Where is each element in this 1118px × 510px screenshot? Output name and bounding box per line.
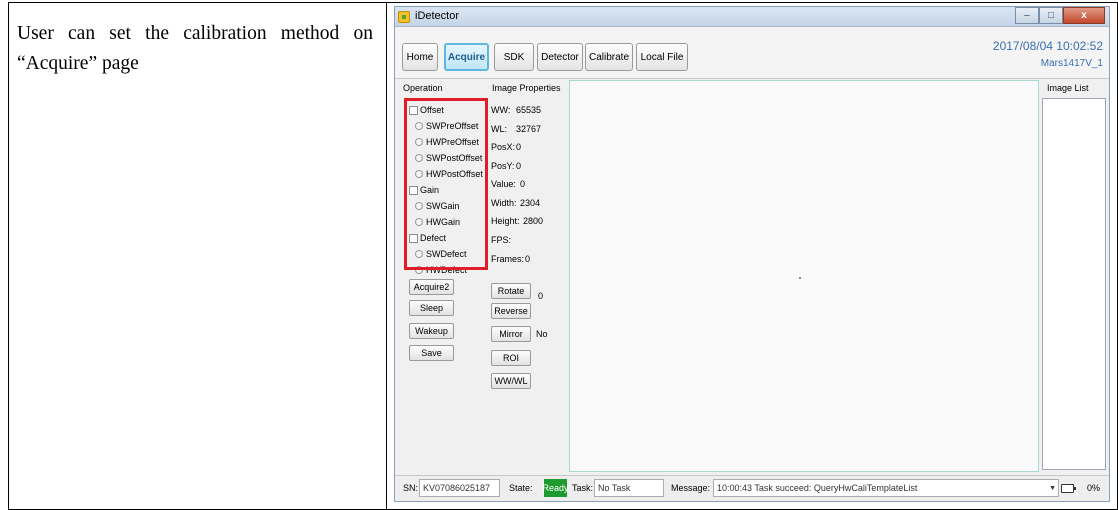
- minimize-button[interactable]: –: [1015, 7, 1039, 24]
- width-field: Width: 2304: [491, 198, 541, 208]
- acquire-button[interactable]: Acquire: [444, 43, 489, 71]
- value-field: Value: 0: [491, 179, 526, 189]
- window-controls: – □ x: [1015, 7, 1105, 25]
- operation-heading: Operation: [403, 83, 443, 93]
- maximize-button[interactable]: □: [1039, 7, 1063, 24]
- calibration-highlight-box: [404, 98, 488, 270]
- status-bar: SN: KV07086025187 State: Ready Task: No …: [395, 475, 1109, 501]
- image-properties-panel: Image Properties WW: 65535 WL: 32767 PosX:…: [488, 80, 568, 470]
- sn-field: KV07086025187: [419, 479, 500, 497]
- acquire2-button[interactable]: Acquire2: [409, 279, 454, 295]
- posy-field: PosY:0: [491, 161, 522, 171]
- reverse-button[interactable]: Reverse: [491, 303, 531, 319]
- posx-field: PosX:0: [491, 142, 522, 152]
- mirror-button[interactable]: Mirror: [491, 326, 531, 342]
- battery-icon: [1061, 484, 1076, 493]
- detector-button[interactable]: Detector: [537, 43, 583, 71]
- fps-field: FPS:: [491, 235, 512, 245]
- mirror-value: No: [536, 329, 548, 339]
- image-pixel: [799, 277, 801, 279]
- task-field: No Task: [594, 479, 664, 497]
- app-window: iDetector – □ x Home Acquire SDK Detecto…: [394, 6, 1110, 502]
- local-file-button[interactable]: Local File: [636, 43, 688, 71]
- calibrate-button[interactable]: Calibrate: [585, 43, 633, 71]
- app-icon: [398, 11, 410, 23]
- image-list-panel: Image List: [1040, 80, 1109, 472]
- title-bar: iDetector – □ x: [395, 7, 1109, 27]
- rotate-button[interactable]: Rotate: [491, 283, 531, 299]
- operation-panel: Operation Offset SWPreOffset HWPreOffset…: [395, 80, 488, 470]
- ww-field: WW: 65535: [491, 105, 542, 115]
- chevron-down-icon[interactable]: ▼: [1049, 485, 1056, 492]
- sleep-button[interactable]: Sleep: [409, 300, 454, 316]
- datetime-label: 2017/08/04 10:02:52: [992, 39, 1103, 53]
- image-properties-heading: Image Properties: [492, 83, 561, 93]
- height-field: Height: 2800: [491, 216, 544, 226]
- task-label: Task:: [572, 483, 594, 493]
- top-toolbar: Home Acquire SDK Detector Calibrate Loca…: [395, 27, 1109, 79]
- roi-button[interactable]: ROI: [491, 350, 531, 366]
- table-divider: [386, 3, 387, 509]
- image-list[interactable]: [1042, 98, 1106, 470]
- sn-label: SN:: [403, 483, 419, 493]
- state-label: State:: [509, 483, 533, 493]
- frames-field: Frames:0: [491, 254, 531, 264]
- message-field[interactable]: 10:00:43 Task succeed: QueryHwCaliTempla…: [713, 479, 1059, 497]
- home-button[interactable]: Home: [402, 43, 438, 71]
- save-button[interactable]: Save: [409, 345, 454, 361]
- message-text: 10:00:43 Task succeed: QueryHwCaliTempla…: [717, 483, 918, 493]
- wakeup-button[interactable]: Wakeup: [409, 323, 454, 339]
- battery-percent: 0%: [1087, 483, 1101, 493]
- device-name: Mars1417V_1: [1040, 58, 1103, 69]
- wwwl-button[interactable]: WW/WL: [491, 373, 531, 389]
- wl-field: WL: 32767: [491, 124, 542, 134]
- description-text: User can set the calibration method on “…: [17, 23, 373, 74]
- image-view[interactable]: [569, 80, 1039, 472]
- state-badge: Ready: [543, 479, 569, 497]
- window-title: iDetector: [415, 10, 460, 22]
- close-button[interactable]: x: [1063, 7, 1105, 24]
- message-label: Message:: [671, 483, 711, 493]
- sdk-button[interactable]: SDK: [494, 43, 534, 71]
- image-list-heading: Image List: [1047, 83, 1089, 93]
- rotate-value: 0: [538, 291, 544, 301]
